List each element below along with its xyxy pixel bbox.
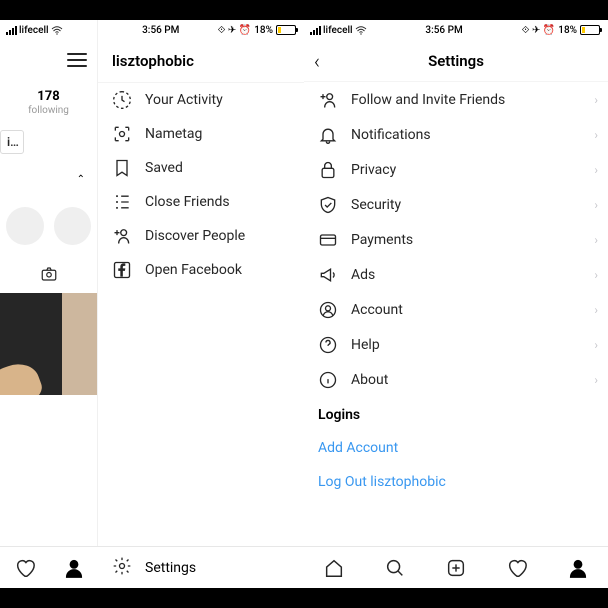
home-tab-icon[interactable] xyxy=(323,557,345,579)
profile-tab-icon[interactable] xyxy=(567,557,589,579)
chevron-right-icon: › xyxy=(594,128,598,142)
add-account-link[interactable]: Add Account xyxy=(304,431,608,465)
battery-pct: 18% xyxy=(558,25,577,36)
settings-help[interactable]: Help› xyxy=(304,327,608,362)
lock-icon xyxy=(318,160,338,180)
logins-header: Logins xyxy=(304,397,608,431)
battery-icon xyxy=(276,25,298,35)
chevron-right-icon: › xyxy=(594,268,598,282)
activity-tab-icon[interactable] xyxy=(14,557,36,579)
settings-payments[interactable]: Payments› xyxy=(304,222,608,257)
sidebar-title: lisztophobic xyxy=(98,40,304,83)
facebook-icon xyxy=(112,260,132,280)
time-label: 3:56 PM xyxy=(425,25,462,36)
settings-follow-invite[interactable]: Follow and Invite Friends› xyxy=(304,82,608,117)
menu-your-activity[interactable]: Your Activity xyxy=(98,83,304,117)
carrier-label: lifecell xyxy=(323,25,353,36)
status-bar: lifecell 3:56 PM ⟐ ✈︎ ⏰ 18% xyxy=(304,20,608,40)
add-person-icon xyxy=(318,90,338,110)
shield-icon xyxy=(318,195,338,215)
profile-photo-thumbnail[interactable] xyxy=(0,293,97,395)
back-button[interactable]: ‹ xyxy=(314,49,320,73)
card-icon xyxy=(318,230,338,250)
activity-tab-icon[interactable] xyxy=(506,557,528,579)
settings-privacy[interactable]: Privacy› xyxy=(304,152,608,187)
time-label: 3:56 PM xyxy=(142,25,179,36)
discover-icon xyxy=(112,226,132,246)
chevron-right-icon: › xyxy=(594,373,598,387)
settings-notifications[interactable]: Notifications› xyxy=(304,117,608,152)
signal-icon xyxy=(310,26,321,35)
wifi-icon xyxy=(355,26,367,35)
menu-settings[interactable]: Settings xyxy=(98,546,304,588)
tagged-tab-icon[interactable] xyxy=(0,265,97,283)
hamburger-icon[interactable] xyxy=(67,53,87,67)
following-stat[interactable]: 178 following xyxy=(0,89,97,118)
story-highlights[interactable] xyxy=(0,207,97,245)
create-tab-icon[interactable] xyxy=(445,557,467,579)
settings-about[interactable]: About› xyxy=(304,362,608,397)
following-count: 178 xyxy=(0,89,97,105)
chevron-right-icon: › xyxy=(594,198,598,212)
battery-pct: 18% xyxy=(254,25,273,36)
expand-caret-icon[interactable]: ⌃ xyxy=(77,174,85,185)
nametag-icon xyxy=(112,124,132,144)
tab-bar-left xyxy=(0,546,98,588)
status-bar: 3:56 PM ⟐ ✈︎ ⏰ 18% xyxy=(98,20,304,40)
following-label: following xyxy=(0,105,97,118)
gear-icon xyxy=(112,556,132,580)
profile-tab-icon[interactable] xyxy=(63,557,85,579)
menu-close-friends[interactable]: Close Friends xyxy=(98,185,304,219)
logout-link[interactable]: Log Out lisztophobic xyxy=(304,465,608,499)
menu-saved[interactable]: Saved xyxy=(98,151,304,185)
chevron-right-icon: › xyxy=(594,233,598,247)
battery-icon xyxy=(580,25,602,35)
signal-icon xyxy=(6,26,17,35)
wifi-icon xyxy=(51,26,63,35)
info-icon xyxy=(318,370,338,390)
tab-bar xyxy=(304,546,608,588)
chevron-right-icon: › xyxy=(594,163,598,177)
menu-nametag[interactable]: Nametag xyxy=(98,117,304,151)
chevron-right-icon: › xyxy=(594,338,598,352)
menu-open-facebook[interactable]: Open Facebook xyxy=(98,253,304,287)
help-icon xyxy=(318,335,338,355)
activity-icon xyxy=(112,90,132,110)
settings-account[interactable]: Account› xyxy=(304,292,608,327)
bell-icon xyxy=(318,125,338,145)
menu-discover-people[interactable]: Discover People xyxy=(98,219,304,253)
settings-header: ‹ Settings xyxy=(304,40,608,82)
close-friends-icon xyxy=(112,192,132,212)
search-tab-icon[interactable] xyxy=(384,557,406,579)
settings-ads[interactable]: Ads› xyxy=(304,257,608,292)
edit-profile-button[interactable]: ile xyxy=(0,130,24,154)
chevron-right-icon: › xyxy=(594,93,598,107)
account-icon xyxy=(318,300,338,320)
status-bar: lifecell xyxy=(0,20,97,40)
chevron-right-icon: › xyxy=(594,303,598,317)
settings-title: Settings xyxy=(428,52,484,70)
settings-security[interactable]: Security› xyxy=(304,187,608,222)
megaphone-icon xyxy=(318,265,338,285)
carrier-label: lifecell xyxy=(19,25,49,36)
saved-icon xyxy=(112,158,132,178)
